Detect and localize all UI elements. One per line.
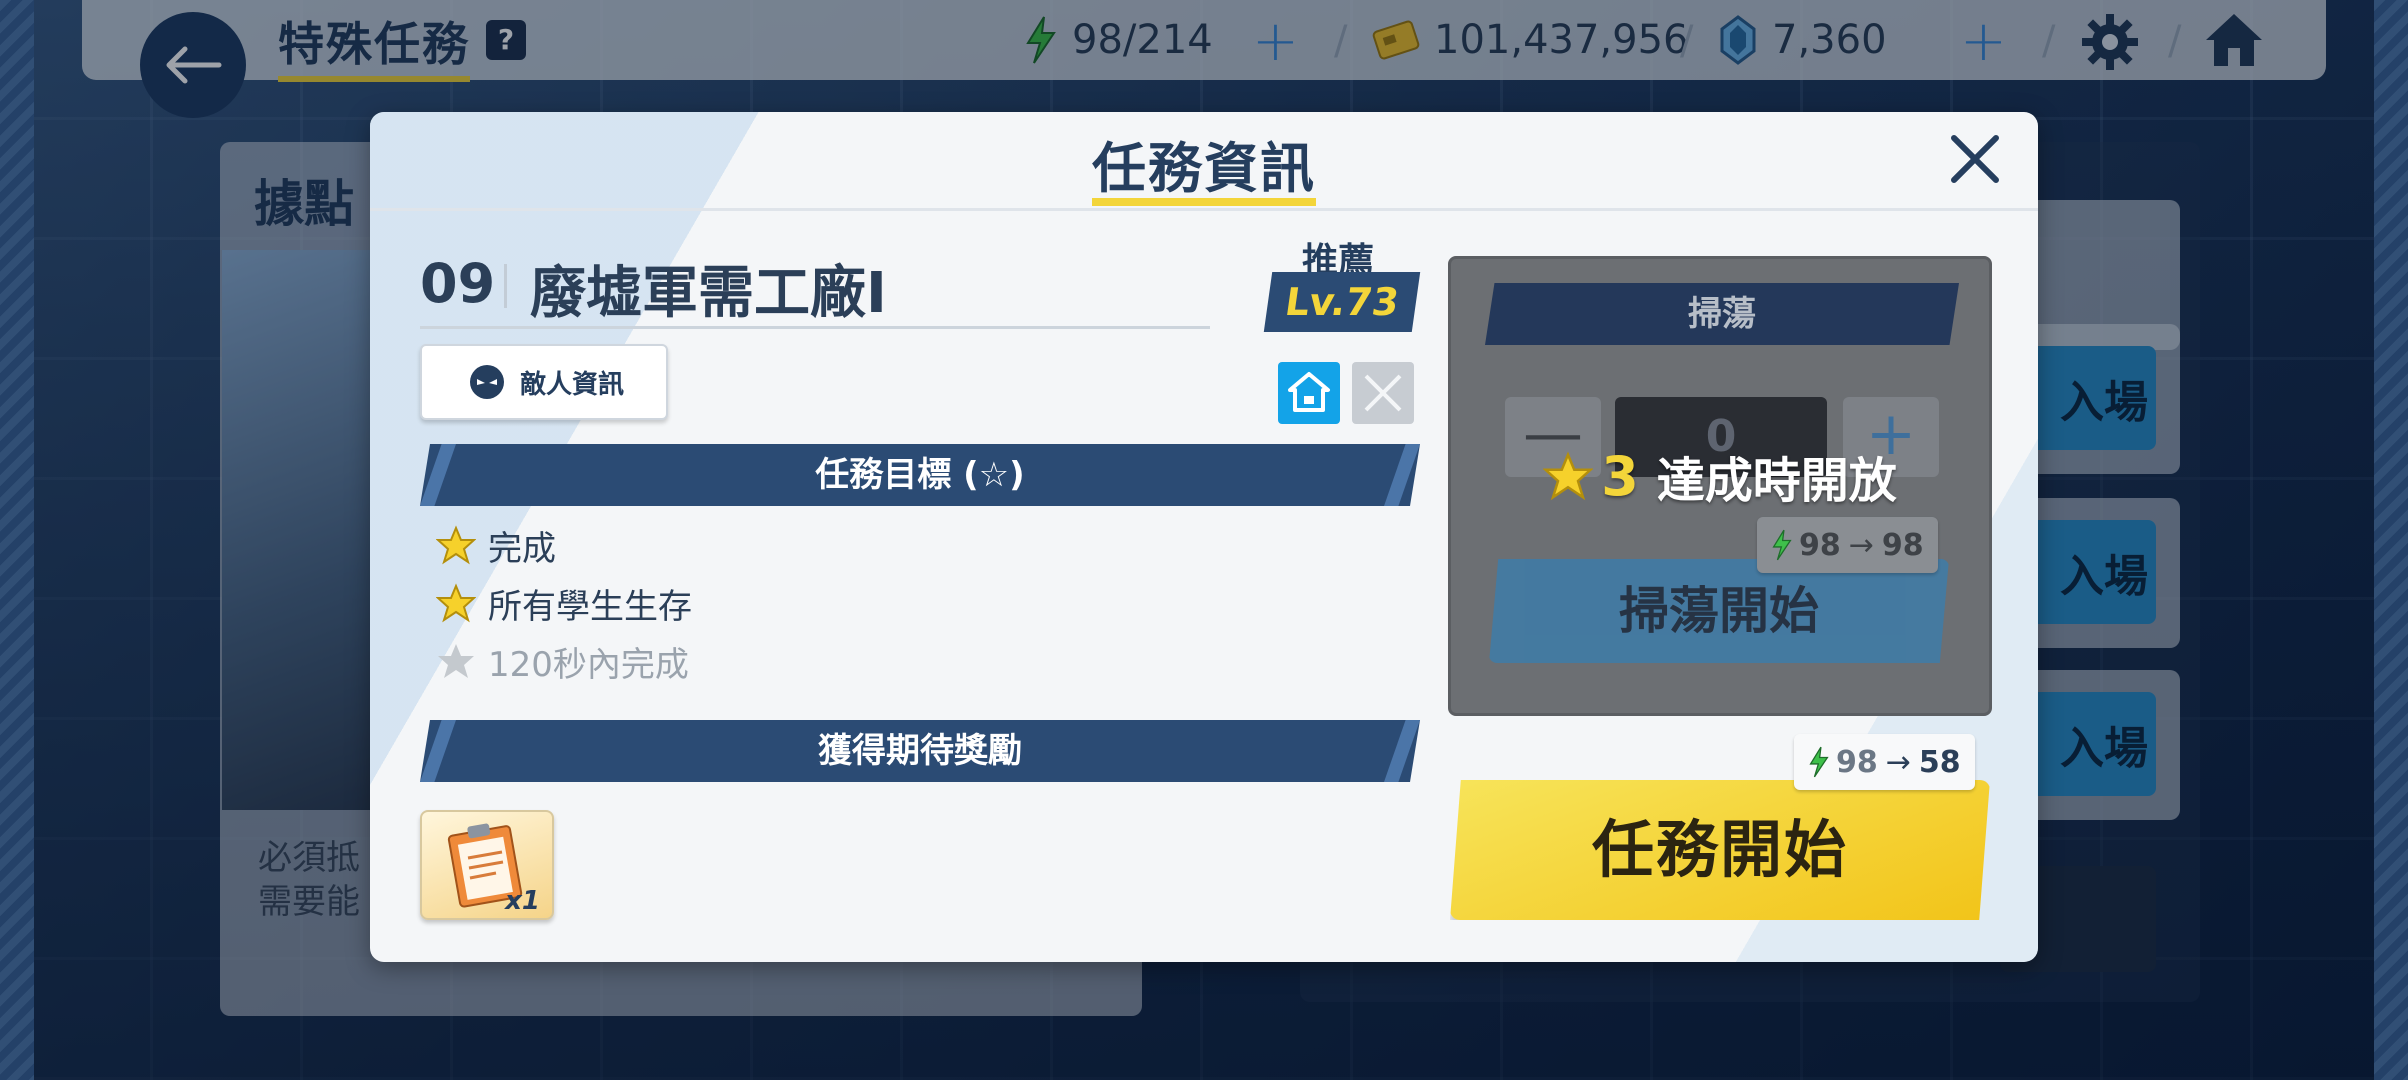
mission-info-dialog: 任務資訊 09 廢墟軍需工廠I 推薦 Lv.73 敵人資訊 任務目標 (☆) 完… bbox=[370, 112, 2038, 962]
arrow-right-icon: → bbox=[1848, 527, 1874, 563]
star-filled-icon bbox=[1543, 451, 1594, 501]
sweep-ap-from: 98 bbox=[1799, 527, 1841, 563]
sweep-header: 掃蕩 bbox=[1485, 283, 1959, 345]
stage-name: 廢墟軍需工廠I bbox=[530, 261, 887, 326]
sweep-start-button[interactable]: 掃蕩開始 bbox=[1489, 559, 1949, 663]
mission-ap-from: 98 bbox=[1836, 744, 1878, 780]
sweep-lock-stars: 3 bbox=[1601, 444, 1639, 508]
rewards-header-label: 獲得期待獎勵 bbox=[818, 731, 1022, 771]
disabled-toggle-button[interactable] bbox=[1352, 362, 1414, 424]
close-icon bbox=[1364, 374, 1402, 412]
home-icon bbox=[1288, 372, 1330, 412]
enemy-skull-icon bbox=[470, 365, 504, 399]
star-filled-icon bbox=[436, 525, 476, 565]
sweep-lock-text: 達成時開放 bbox=[1656, 453, 1897, 509]
base-toggle-button[interactable] bbox=[1278, 362, 1340, 424]
title-underline bbox=[1092, 198, 1316, 206]
sweep-ap-to: 98 bbox=[1881, 527, 1924, 563]
star-filled-icon bbox=[436, 583, 476, 623]
objectives-header-label: 任務目標 (☆) bbox=[815, 455, 1025, 495]
reward-item[interactable]: x1 bbox=[420, 810, 554, 920]
mission-start-button[interactable]: 任務開始 bbox=[1450, 780, 1990, 920]
objective-text: 所有學生生存 bbox=[488, 586, 692, 627]
objective-text: 完成 bbox=[488, 528, 556, 569]
sweep-ap-cost: 98 → 98 bbox=[1757, 517, 1938, 573]
sweep-panel: 掃蕩 — 0 + 3 達成時開放 掃蕩開始 98 → 98 bbox=[1448, 256, 1992, 716]
arrow-right-icon: → bbox=[1885, 744, 1911, 780]
lightning-icon bbox=[1809, 746, 1829, 778]
lightning-icon bbox=[1772, 529, 1792, 561]
objective-text: 120秒內完成 bbox=[488, 644, 689, 685]
objective-item: 120秒內完成 bbox=[436, 636, 689, 686]
objective-item: 所有學生生存 bbox=[436, 578, 692, 628]
objective-item: 完成 bbox=[436, 520, 556, 570]
reward-quantity: x1 bbox=[505, 886, 540, 916]
star-empty-icon bbox=[438, 644, 474, 678]
mission-ap-to: 58 bbox=[1918, 744, 1961, 780]
objectives-header: 任務目標 (☆) bbox=[420, 444, 1420, 506]
recommended-level-badge: Lv.73 bbox=[1263, 272, 1421, 332]
stage-divider bbox=[504, 264, 507, 308]
stage-underline bbox=[420, 326, 1210, 329]
mission-ap-cost: 98 → 58 bbox=[1794, 734, 1975, 790]
sweep-lock-message: 3 達成時開放 bbox=[1451, 441, 1989, 511]
rewards-header: 獲得期待獎勵 bbox=[420, 720, 1420, 782]
dialog-title: 任務資訊 bbox=[1092, 137, 1316, 200]
close-icon[interactable] bbox=[1946, 130, 2004, 188]
enemy-info-button[interactable]: 敵人資訊 bbox=[420, 344, 668, 420]
stage-number: 09 bbox=[420, 252, 496, 315]
enemy-info-label: 敵人資訊 bbox=[520, 369, 625, 400]
